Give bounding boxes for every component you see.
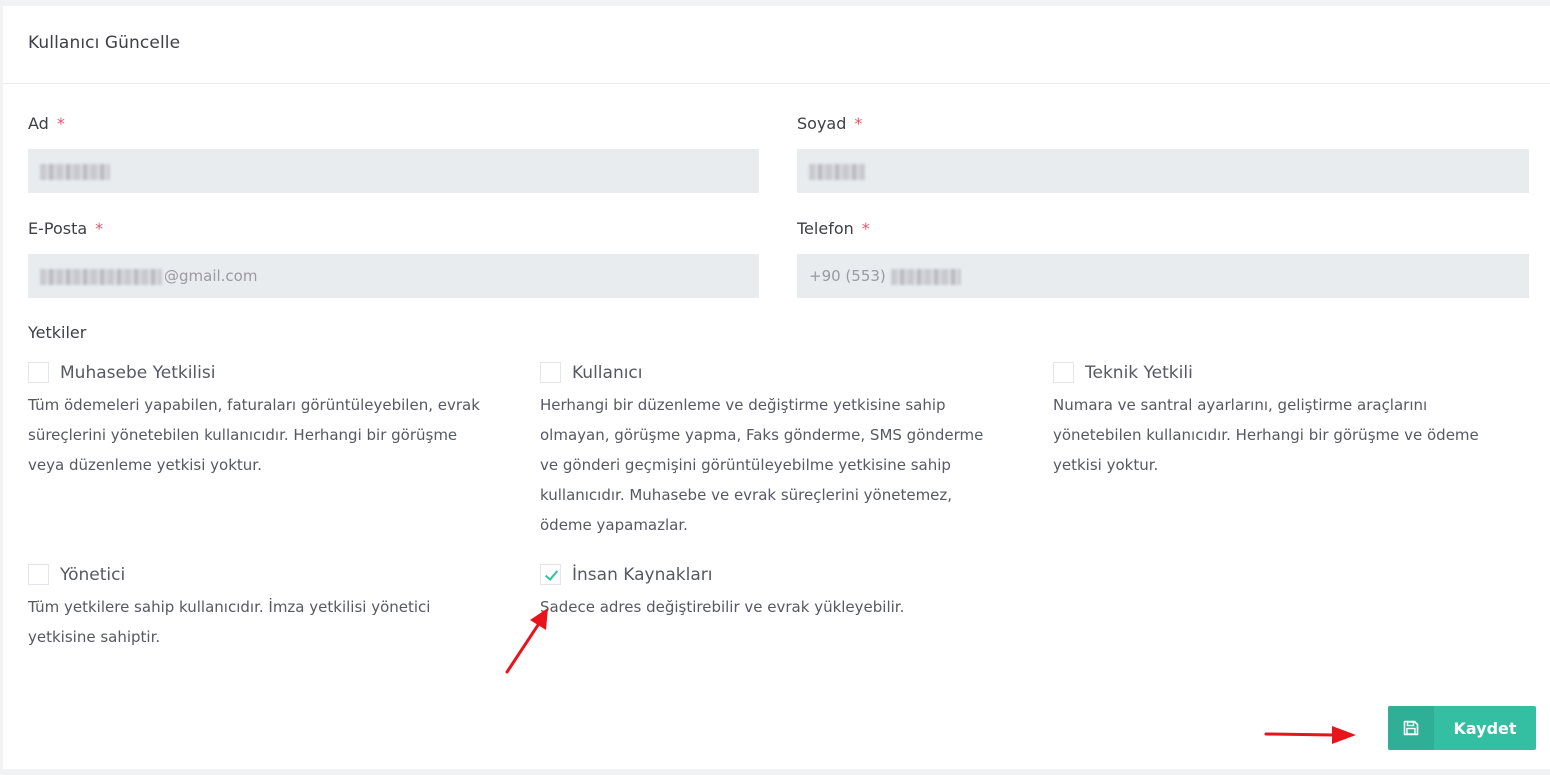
ad-field[interactable] bbox=[28, 149, 759, 193]
eposta-label: E-Posta * bbox=[28, 219, 104, 238]
page-title: Kullanıcı Güncelle bbox=[28, 33, 181, 53]
redacted-value bbox=[890, 268, 961, 285]
permission-yonetici[interactable]: Yönetici bbox=[28, 564, 125, 585]
insan-kaynaklari-checkbox[interactable] bbox=[540, 564, 561, 585]
permission-insan-kaynaklari-description: Sadece adres değiştirebilir ve evrak yük… bbox=[540, 598, 905, 616]
email-domain: @gmail.com bbox=[164, 267, 258, 285]
user-update-card: Kullanıcı Güncelle bbox=[3, 6, 1550, 769]
kullanici-checkbox[interactable] bbox=[540, 362, 561, 383]
email-field[interactable]: @gmail.com bbox=[28, 254, 759, 298]
required-mark: * bbox=[56, 114, 65, 133]
annotation-arrow-save bbox=[1264, 726, 1356, 744]
telefon-label: Telefon * bbox=[797, 219, 870, 238]
redacted-value bbox=[40, 163, 110, 180]
soyad-field[interactable] bbox=[797, 149, 1529, 193]
floppy-disk-icon bbox=[1388, 706, 1434, 750]
required-mark: * bbox=[854, 114, 863, 133]
required-mark: * bbox=[861, 219, 870, 238]
permission-yonetici-description: Tüm yetkilere sahip kullanıcıdır. İmza y… bbox=[28, 598, 431, 646]
permission-muhasebe-description: Tüm ödemeleri yapabilen, faturaları görü… bbox=[28, 396, 480, 474]
annotation-arrow-checkbox bbox=[505, 608, 548, 674]
phone-field[interactable]: +90 (553) bbox=[797, 254, 1529, 298]
save-button-label: Kaydet bbox=[1453, 718, 1517, 738]
permission-insan-kaynaklari[interactable]: İnsan Kaynakları bbox=[540, 564, 712, 585]
muhasebe-checkbox[interactable] bbox=[28, 362, 49, 383]
phone-prefix: +90 (553) bbox=[809, 267, 886, 285]
ad-label: Ad * bbox=[28, 114, 65, 133]
redacted-value bbox=[40, 268, 162, 285]
permissions-heading: Yetkiler bbox=[28, 323, 87, 342]
permission-kullanici[interactable]: Kullanıcı bbox=[540, 362, 643, 383]
required-mark: * bbox=[95, 219, 104, 238]
permission-muhasebe[interactable]: Muhasebe Yetkilisi bbox=[28, 362, 215, 383]
permission-teknik[interactable]: Teknik Yetkili bbox=[1053, 362, 1193, 383]
yonetici-checkbox[interactable] bbox=[28, 564, 49, 585]
redacted-value bbox=[809, 163, 865, 180]
soyad-label: Soyad * bbox=[797, 114, 863, 133]
permission-kullanici-description: Herhangi bir düzenleme ve değiştirme yet… bbox=[540, 396, 984, 534]
permission-teknik-description: Numara ve santral ayarlarını, geliştirme… bbox=[1053, 396, 1479, 474]
card-header: Kullanıcı Güncelle bbox=[3, 6, 1550, 84]
save-button[interactable]: Kaydet bbox=[1388, 706, 1536, 750]
teknik-checkbox[interactable] bbox=[1053, 362, 1074, 383]
